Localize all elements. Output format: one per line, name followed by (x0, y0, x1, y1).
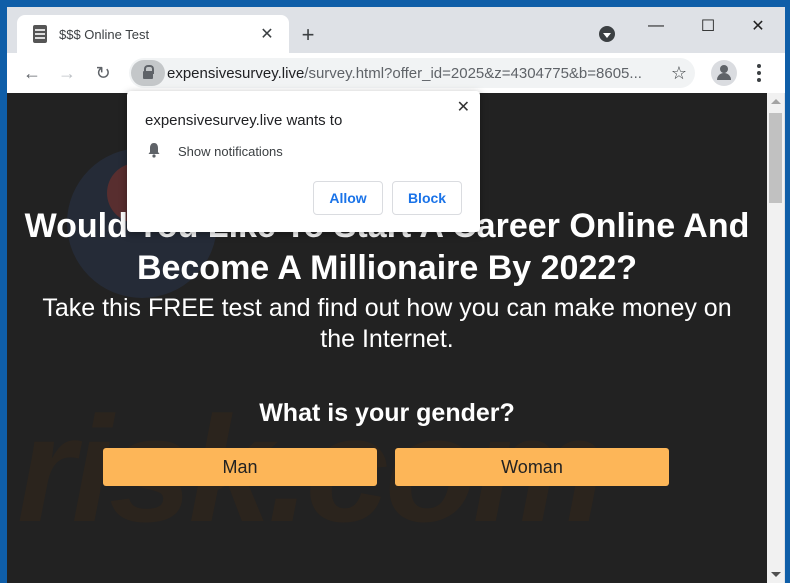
site-info-button[interactable] (131, 60, 165, 86)
page-subheadline: Take this FREE test and find out how you… (42, 294, 732, 353)
tab-strip: $$$ Online Test ✕ + — ☐ ✕ (7, 7, 785, 53)
man-button[interactable]: Man (103, 448, 377, 486)
gender-question: What is your gender? (259, 399, 515, 427)
new-tab-button[interactable]: + (294, 21, 322, 49)
prompt-title: expensivesurvey.live wants to (145, 112, 343, 129)
kebab-menu-icon[interactable] (749, 59, 769, 87)
url-text[interactable]: expensivesurvey.live/survey.html?offer_i… (167, 65, 665, 82)
scroll-down-arrow-icon[interactable] (767, 566, 784, 583)
maximize-button[interactable]: ☐ (685, 11, 731, 41)
bookmark-star-icon[interactable]: ☆ (665, 63, 693, 84)
toolbar: ← → ↻ expensivesurvey.live/survey.html?o… (7, 53, 785, 93)
close-icon[interactable]: ✕ (457, 97, 470, 117)
url-domain: expensivesurvey.live (167, 64, 305, 82)
minimize-button[interactable]: — (633, 11, 679, 41)
vertical-scrollbar[interactable] (767, 93, 784, 583)
scroll-up-arrow-icon[interactable] (767, 93, 784, 110)
block-button[interactable]: Block (392, 181, 462, 215)
tab-close-icon[interactable]: ✕ (255, 22, 279, 46)
tab-search-icon[interactable] (599, 26, 615, 42)
url-path: /survey.html?offer_id=2025&z=4304775&b=8… (304, 64, 642, 82)
scrollbar-thumb[interactable] (769, 113, 782, 203)
profile-avatar[interactable] (711, 60, 737, 86)
back-button[interactable]: ← (18, 59, 46, 87)
close-window-button[interactable]: ✕ (735, 11, 781, 41)
tab-title: $$$ Online Test (59, 26, 150, 42)
permission-label: Show notifications (178, 144, 283, 159)
forward-button[interactable]: → (53, 59, 81, 87)
reload-button[interactable]: ↻ (89, 59, 117, 87)
address-bar[interactable]: expensivesurvey.live/survey.html?offer_i… (129, 58, 695, 88)
bell-icon (148, 143, 160, 158)
allow-button[interactable]: Allow (313, 181, 383, 215)
woman-button[interactable]: Woman (395, 448, 669, 486)
lock-icon (143, 65, 154, 79)
person-icon (720, 65, 728, 73)
document-icon (33, 25, 47, 43)
notification-permission-prompt: ✕ expensivesurvey.live wants to Show not… (127, 91, 480, 232)
tab-online-test[interactable]: $$$ Online Test ✕ (17, 15, 289, 53)
